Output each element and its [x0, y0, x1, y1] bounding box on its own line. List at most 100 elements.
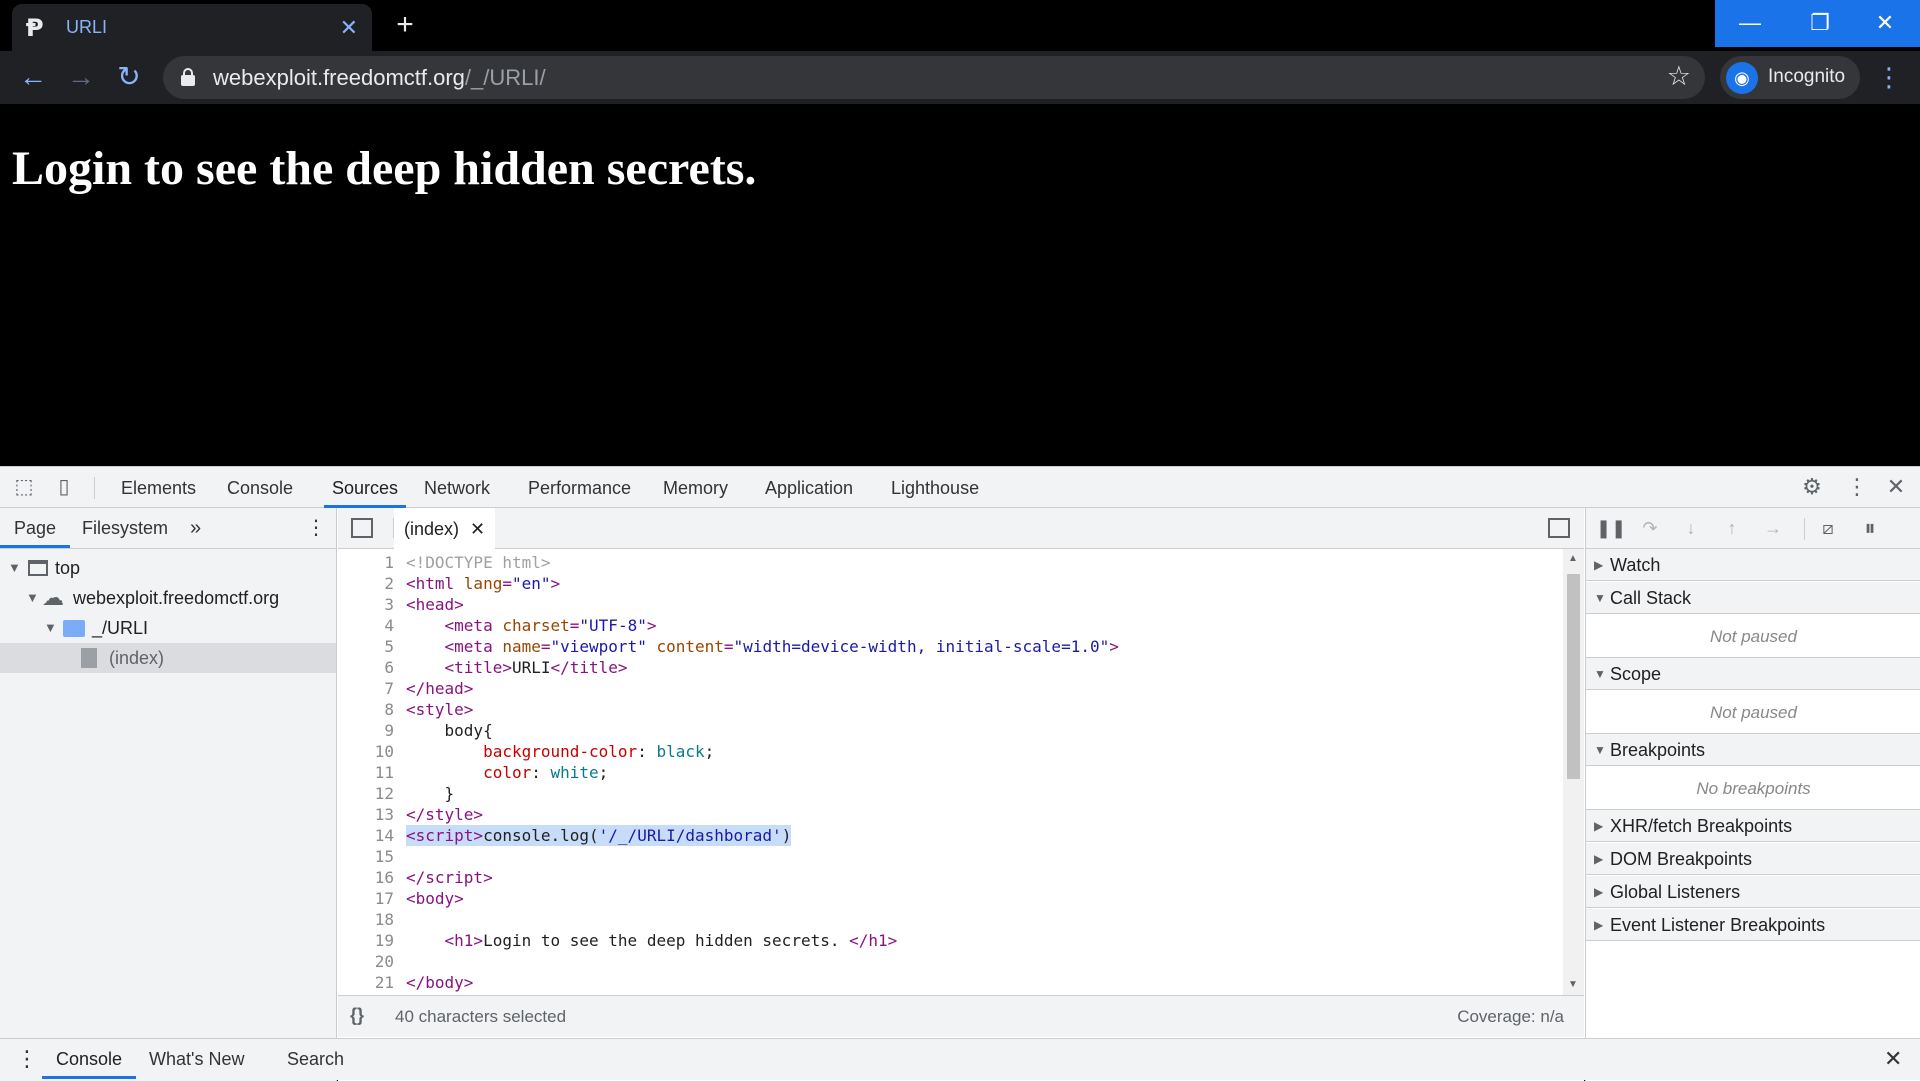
tree-label: webexploit.freedomctf.org [73, 588, 280, 608]
close-devtools-icon[interactable]: ✕ [1884, 475, 1908, 499]
tab-memory[interactable]: Memory [661, 467, 730, 508]
tab-elements[interactable]: Elements [119, 467, 198, 508]
forward-button[interactable]: → [62, 58, 100, 96]
tab-page[interactable]: Page [0, 508, 71, 548]
file-tab-index[interactable]: (index) ✕ [394, 508, 496, 549]
tree-item-folder[interactable]: ▼ _/URLI [0, 613, 336, 643]
expand-arrow-icon: ▼ [26, 590, 39, 605]
tab-lighthouse[interactable]: Lighthouse [889, 467, 981, 508]
url-text: webexploit.freedomctf.org/_/URLI/ [213, 65, 546, 90]
minimize-button[interactable]: — [1715, 0, 1785, 47]
drawer-tab-console[interactable]: Console [42, 1039, 137, 1079]
editor-scrollbar[interactable]: ▲ ▼ [1563, 549, 1584, 995]
inspect-element-icon[interactable]: ⬚ [12, 475, 36, 499]
page-viewport: Login to see the deep hidden secrets. [0, 104, 1920, 466]
tab-sources[interactable]: Sources [324, 467, 407, 508]
step-over-icon[interactable]: ↷ [1638, 516, 1662, 540]
site-favicon-icon: Ᵽ [26, 13, 44, 42]
device-toolbar-icon[interactable]: ▯ [52, 475, 76, 499]
pause-icon[interactable]: ❚❚ [1596, 516, 1626, 540]
selection-status: 40 characters selected [395, 1007, 567, 1026]
frame-icon [28, 560, 48, 576]
coverage-status[interactable]: Coverage: n/a [1457, 1007, 1564, 1027]
drawer-tab-whats-new[interactable]: What's New [149, 1039, 244, 1079]
tab-strip: Ᵽ URLI ✕ + — ❐ ✕ [0, 0, 1920, 51]
section-watch[interactable]: ▶ Watch [1586, 549, 1920, 581]
section-event-listener-breakpoints[interactable]: ▶ Event Listener Breakpoints [1586, 909, 1920, 941]
new-tab-button[interactable]: + [390, 8, 420, 42]
expand-arrow-icon: ▼ [44, 620, 57, 635]
source-code[interactable]: 1 <!DOCTYPE html> 2 <html lang="en"> 3 <hea… [338, 549, 1563, 995]
drawer-tab-search[interactable]: Search [287, 1039, 344, 1079]
restore-button[interactable]: ❐ [1785, 0, 1855, 47]
more-tabs-icon[interactable]: » [190, 508, 201, 548]
tree-item-top[interactable]: ▼ top [0, 553, 336, 583]
pretty-print-icon[interactable]: {} [350, 1005, 364, 1026]
close-tab-icon[interactable]: ✕ [340, 15, 358, 41]
browser-toolbar: ← → ↻ webexploit.freedomctf.org/_/URLI/ … [0, 51, 1920, 104]
tree-label: _/URLI [92, 618, 149, 638]
call-stack-empty: Not paused [1586, 615, 1920, 658]
reload-button[interactable]: ↻ [110, 58, 148, 96]
bookmark-star-icon[interactable]: ☆ [1667, 61, 1691, 92]
tree-label: top [55, 558, 81, 578]
folder-icon [63, 620, 85, 637]
step-into-icon[interactable]: ↓ [1679, 516, 1703, 540]
debugger-sidebar: ❚❚ ↷ ↓ ↑ → ⧄ ⏸ ▶ Watch ▼ Call Stack Not pa… [1585, 508, 1920, 1081]
cloud-icon: ☁ [42, 585, 64, 610]
toggle-navigator-icon[interactable] [351, 518, 373, 538]
tab-performance[interactable]: Performance [526, 467, 633, 508]
close-drawer-icon[interactable]: ✕ [1884, 1039, 1902, 1079]
page-heading: Login to see the deep hidden secrets. [12, 142, 757, 195]
tree-item-domain[interactable]: ▼ ☁ webexploit.freedomctf.org [0, 583, 336, 613]
breakpoints-empty: No breakpoints [1586, 767, 1920, 810]
tab-console[interactable]: Console [225, 467, 295, 508]
tab-title: URLI [66, 17, 108, 37]
tree-item-index[interactable]: (index) [0, 643, 336, 673]
deactivate-breakpoints-icon[interactable]: ⧄ [1816, 516, 1840, 540]
pause-on-exceptions-icon[interactable]: ⏸ [1858, 516, 1882, 540]
settings-gear-icon[interactable]: ⚙ [1800, 475, 1824, 499]
browser-menu-icon[interactable]: ⋮ [1876, 59, 1902, 95]
section-xhr-breakpoints[interactable]: ▶ XHR/fetch Breakpoints [1586, 810, 1920, 842]
tab-network[interactable]: Network [422, 467, 492, 508]
section-dom-breakpoints[interactable]: ▶ DOM Breakpoints [1586, 843, 1920, 875]
section-scope[interactable]: ▼ Scope [1586, 658, 1920, 690]
debugger-toolbar: ❚❚ ↷ ↓ ↑ → ⧄ ⏸ [1586, 508, 1920, 549]
step-icon[interactable]: → [1761, 516, 1785, 540]
section-call-stack[interactable]: ▼ Call Stack [1586, 582, 1920, 614]
section-breakpoints[interactable]: ▼ Breakpoints [1586, 734, 1920, 766]
scope-empty: Not paused [1586, 691, 1920, 734]
section-global-listeners[interactable]: ▶ Global Listeners [1586, 876, 1920, 908]
tab-application[interactable]: Application [763, 467, 855, 508]
step-out-icon[interactable]: ↑ [1720, 516, 1744, 540]
scroll-down-icon[interactable]: ▼ [1568, 979, 1578, 990]
close-file-icon[interactable]: ✕ [470, 519, 485, 539]
file-icon [81, 648, 97, 668]
devtools-menu-icon[interactable]: ⋮ [1845, 475, 1869, 499]
address-bar[interactable]: webexploit.freedomctf.org/_/URLI/ ☆ [163, 56, 1705, 99]
devtools-drawer: ⋮ Console What's New Search ✕ [0, 1038, 1920, 1080]
tab-filesystem[interactable]: Filesystem [82, 508, 168, 548]
incognito-badge[interactable]: ◉ Incognito [1720, 56, 1860, 99]
code-editor: (index) ✕ 1 <!DOCTYPE html> 2 <html lang="… [338, 508, 1584, 1081]
navigator-menu-icon[interactable]: ⋮ [306, 508, 326, 548]
scrollbar-thumb[interactable] [1567, 574, 1580, 779]
incognito-icon: ◉ [1726, 62, 1758, 94]
devtools-tabbar: ⬚ ▯ Elements Console Sources Network Per… [0, 467, 1920, 508]
back-button[interactable]: ← [14, 58, 52, 96]
tree-label: (index) [109, 648, 165, 668]
sources-navigator: Page Filesystem » ⋮ ▼ top ▼ ☁ webexploit… [0, 508, 337, 1081]
close-window-button[interactable]: ✕ [1850, 0, 1920, 47]
editor-tabbar: (index) ✕ [338, 508, 1584, 549]
expand-arrow-icon: ▼ [8, 560, 21, 575]
scroll-up-icon[interactable]: ▲ [1568, 553, 1578, 564]
lock-icon [181, 68, 195, 86]
browser-tab[interactable]: Ᵽ URLI ✕ [12, 4, 372, 51]
file-tab-label: (index) [404, 519, 460, 539]
devtools-panel: ⬚ ▯ Elements Console Sources Network Per… [0, 466, 1920, 1081]
toggle-debugger-icon[interactable] [1548, 518, 1570, 538]
incognito-label: Incognito [1768, 66, 1846, 87]
drawer-menu-icon[interactable]: ⋮ [16, 1039, 38, 1079]
editor-statusbar: {} 40 characters selected Coverage: n/a [338, 995, 1584, 1037]
